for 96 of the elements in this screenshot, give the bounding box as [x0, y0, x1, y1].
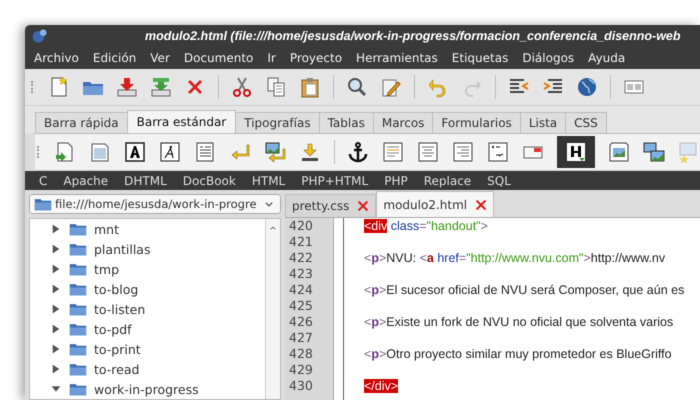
line-number: 424 [289, 282, 314, 298]
folder-name: tmp [94, 262, 120, 276]
line-number: 427 [289, 330, 314, 346]
image-icon[interactable] [608, 141, 630, 163]
folder-name: mnt [94, 222, 119, 236]
toolbar-tab[interactable]: Formularios [432, 112, 521, 133]
folder-name: work-in-progress [94, 382, 199, 396]
globe-icon[interactable] [576, 76, 598, 98]
line-number: 429 [289, 362, 314, 378]
toolbar-tab[interactable]: Barra estándar [126, 110, 236, 133]
tree-item[interactable]: mnt [50, 219, 265, 239]
location-dropdown[interactable]: file:///home/jesusda/work-in-progre [29, 194, 281, 214]
line-number: 426 [289, 314, 314, 330]
tree-item[interactable]: to-blog [50, 279, 265, 299]
heading-button[interactable] [557, 136, 595, 168]
line-number: 420 [289, 218, 314, 234]
code-line: <p>NVU: <a href="http://www.nvu.com">http://www.nv [364, 250, 666, 266]
menu-item[interactable]: Proyecto [284, 49, 348, 67]
editor-tab[interactable]: pretty.css [285, 194, 376, 217]
align-right-icon[interactable] [452, 141, 474, 163]
save-icon[interactable] [116, 76, 138, 98]
triangle-right-icon[interactable] [50, 363, 62, 375]
menu-item[interactable]: Replace [416, 174, 480, 188]
folder-name: to-blog [94, 282, 138, 296]
save-as-icon[interactable] [150, 76, 172, 98]
menu-item[interactable]: C [31, 174, 56, 188]
line-number: 422 [289, 250, 314, 266]
triangle-right-icon[interactable] [50, 343, 62, 355]
folder-name: to-read [94, 362, 140, 376]
tree-item[interactable]: to-read [50, 359, 265, 379]
menu-item[interactable]: Documento [178, 49, 260, 67]
triangle-right-icon[interactable] [50, 263, 62, 275]
tree-item[interactable]: to-listen [50, 299, 265, 319]
menu-item[interactable]: PHP+HTML [293, 174, 376, 188]
menu-item[interactable]: HTML [244, 174, 294, 188]
tree-item[interactable]: work-in-progress [50, 379, 265, 399]
menu-item[interactable]: SQL [479, 174, 519, 188]
paste-icon[interactable] [299, 76, 321, 98]
toolbar-tab[interactable]: Barra rápida [35, 112, 128, 133]
menu-item[interactable]: Apache [55, 174, 116, 188]
folder-name: plantillas [94, 242, 150, 256]
editor-tab[interactable]: modulo2.html [376, 191, 494, 217]
menu-item[interactable]: DocBook [174, 174, 244, 188]
italic-icon[interactable] [158, 141, 180, 163]
triangle-right-icon[interactable] [50, 303, 62, 315]
toolbar-tab[interactable]: Tablas [318, 112, 374, 133]
tree-item[interactable]: plantillas [50, 239, 265, 259]
menu-item[interactable]: Herramientas [350, 49, 444, 67]
line-number: 421 [289, 234, 314, 250]
copy-icon[interactable] [265, 76, 287, 98]
line-number: 430 [289, 378, 314, 394]
bold-icon[interactable] [124, 141, 146, 163]
image-arrow-icon[interactable] [264, 141, 286, 163]
tree-item[interactable]: tmp [50, 259, 265, 279]
line-number: 423 [289, 266, 314, 282]
align-center-icon[interactable] [417, 141, 439, 163]
document-icon[interactable] [88, 141, 110, 163]
line-number: 428 [289, 346, 314, 362]
folder-name: to-listen [94, 302, 146, 316]
search-icon[interactable] [346, 76, 368, 98]
scrollbar[interactable] [265, 219, 280, 399]
paragraph-icon[interactable] [194, 141, 216, 163]
document-arrow-icon[interactable] [54, 141, 76, 163]
code-line: <p>Existe un fork de NVU no oficial que solventa varios [364, 314, 674, 330]
menu-item[interactable]: DHTML [116, 174, 175, 188]
code-line: <p>Otro proyecto similar muy prometedor es BlueGriffo [364, 346, 672, 362]
toolbar-tab[interactable]: CSS [565, 112, 607, 133]
triangle-right-icon[interactable] [50, 223, 62, 235]
toolbar-tab[interactable]: Marcos [372, 112, 434, 133]
anchor-icon[interactable] [347, 141, 369, 163]
triangle-right-icon[interactable] [50, 243, 62, 255]
menu-item[interactable]: PHP [376, 174, 416, 188]
cut-icon[interactable] [231, 76, 253, 98]
align-left-icon[interactable] [382, 141, 404, 163]
code-line: <div class="handout"> [364, 218, 488, 234]
heading-icon[interactable] [565, 141, 587, 163]
menu-item[interactable]: Archivo [28, 49, 85, 67]
menu-item[interactable]: Edición [86, 49, 142, 67]
app-logo-icon [31, 27, 49, 45]
tree-item[interactable]: to-pdf [50, 319, 265, 339]
menu-item[interactable]: Diálogos [516, 49, 580, 67]
triangle-right-icon[interactable] [50, 323, 62, 335]
menu-item[interactable]: Ir [261, 49, 282, 67]
line-number: 425 [289, 298, 314, 314]
window-title: modulo2.html (file:///home/jesusda/work-in-progress/formacion_conferencia_disenno-web [145, 29, 681, 43]
tree-item[interactable]: to-print [50, 339, 265, 359]
folder-name: to-print [94, 342, 141, 356]
toolbar-tab[interactable]: Lista [520, 112, 566, 133]
code-line: <p>El sucesor oficial de NVU será Composer, que aún es [364, 282, 684, 298]
triangle-right-icon[interactable] [50, 283, 62, 295]
menu-item[interactable]: Etiquetas [446, 49, 514, 67]
folder-name: to-pdf [94, 322, 132, 336]
menu-item[interactable]: Ayuda [582, 49, 632, 67]
images-icon[interactable] [643, 141, 665, 163]
menu-item[interactable]: Ver [144, 49, 176, 67]
toolbar-tab[interactable]: Tipografías [235, 112, 320, 133]
